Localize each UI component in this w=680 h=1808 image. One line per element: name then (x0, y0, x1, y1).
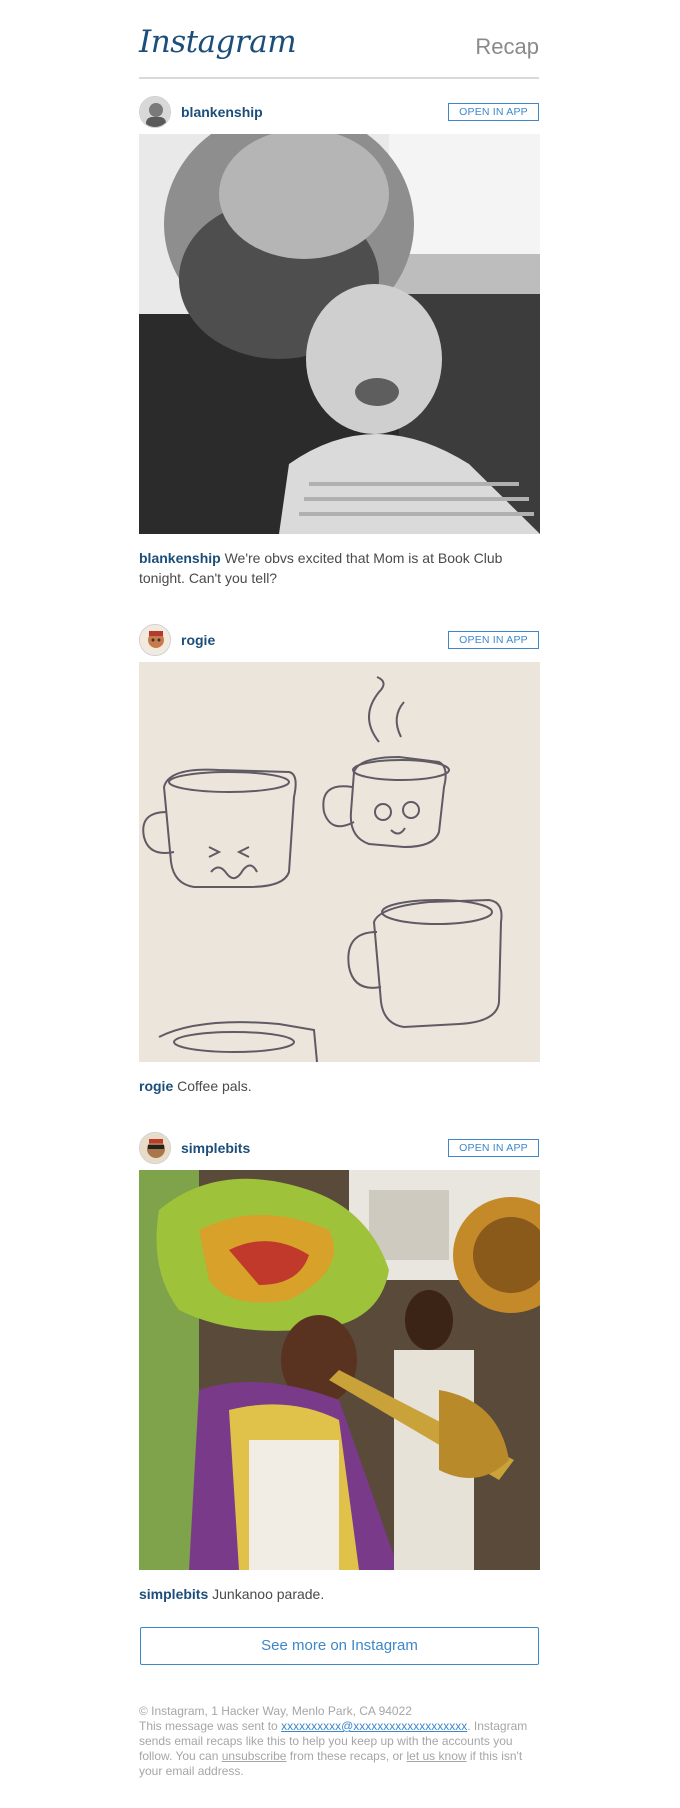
let-us-know-link[interactable]: let us know (407, 1749, 467, 1763)
footer: © Instagram, 1 Hacker Way, Menlo Park, C… (139, 1704, 541, 1779)
email-recap: Instagram Recap blankenship OPEN IN APP (0, 0, 680, 1808)
footer-sent-prefix: This message was sent to (139, 1719, 282, 1733)
caption-text: Coffee pals. (173, 1078, 252, 1094)
post-card: blankenship OPEN IN APP blankenship We'r… (139, 94, 541, 588)
post-header: rogie OPEN IN APP (139, 622, 541, 662)
post-card: rogie OPEN IN APP rogie Coffee pals. (139, 622, 541, 1096)
post-username[interactable]: rogie (181, 632, 215, 648)
post-header: blankenship OPEN IN APP (139, 94, 541, 134)
avatar[interactable] (139, 96, 171, 128)
avatar[interactable] (139, 624, 171, 656)
caption-username[interactable]: blankenship (139, 550, 221, 566)
post-header: simplebits OPEN IN APP (139, 1130, 541, 1170)
avatar[interactable] (139, 1132, 171, 1164)
see-more-button[interactable]: See more on Instagram (140, 1627, 539, 1665)
open-in-app-button[interactable]: OPEN IN APP (448, 631, 539, 649)
instagram-logo[interactable]: Instagram (139, 24, 297, 60)
photo-coffee-sketch-icon (139, 662, 540, 1062)
footer-address: © Instagram, 1 Hacker Way, Menlo Park, C… (139, 1704, 412, 1718)
unsubscribe-link[interactable]: unsubscribe (222, 1749, 287, 1763)
post-photo[interactable] (139, 662, 540, 1062)
photo-junkanoo-parade-icon (139, 1170, 540, 1570)
footer-message: This message was sent to xxxxxxxxxx@xxxx… (139, 1719, 541, 1779)
post-caption: blankenship We're obvs excited that Mom … (139, 548, 529, 588)
header: Instagram Recap (139, 0, 539, 79)
footer-middle-text: from these recaps, or (286, 1749, 407, 1763)
caption-username[interactable]: rogie (139, 1078, 173, 1094)
post-card: simplebits OPEN IN APP simplebits Junkan… (139, 1130, 541, 1604)
caption-text: Junkanoo parade. (208, 1586, 325, 1602)
post-caption: simplebits Junkanoo parade. (139, 1584, 529, 1604)
post-caption: rogie Coffee pals. (139, 1076, 529, 1096)
post-username[interactable]: blankenship (181, 104, 263, 120)
post-username[interactable]: simplebits (181, 1140, 250, 1156)
recap-title: Recap (475, 34, 539, 59)
post-photo[interactable] (139, 134, 540, 534)
post-photo[interactable] (139, 1170, 540, 1570)
photo-father-baby-icon (139, 134, 540, 534)
open-in-app-button[interactable]: OPEN IN APP (448, 103, 539, 121)
footer-email-link[interactable]: xxxxxxxxxx@xxxxxxxxxxxxxxxxxxx (281, 1719, 467, 1733)
open-in-app-button[interactable]: OPEN IN APP (448, 1139, 539, 1157)
caption-username[interactable]: simplebits (139, 1586, 208, 1602)
